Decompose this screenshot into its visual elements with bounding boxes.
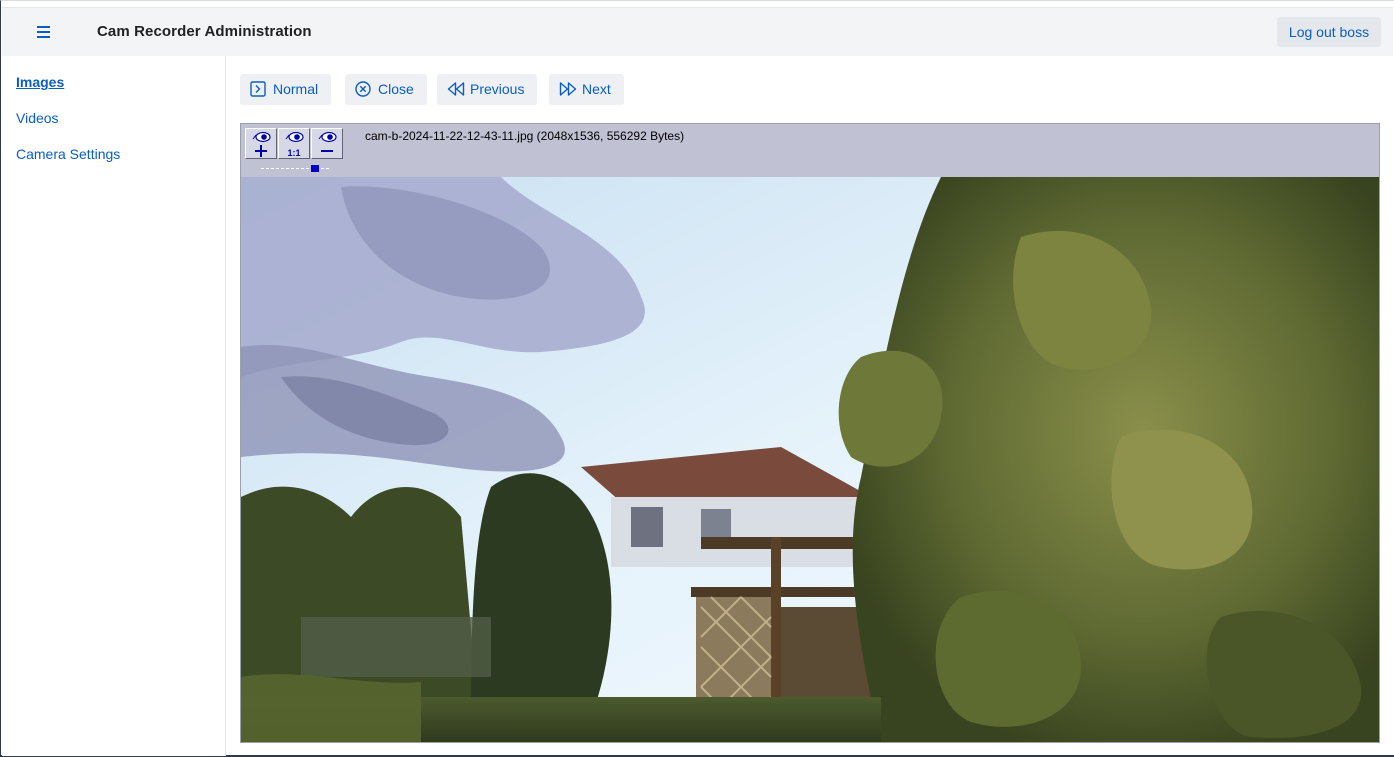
- image-caption: cam-b-2024-11-22-12-43-11.jpg (2048x1536…: [365, 129, 685, 143]
- rewind-icon: [447, 82, 465, 96]
- normal-view-icon: [250, 81, 266, 97]
- hamburger-menu-icon[interactable]: [30, 20, 58, 44]
- sidebar-item-videos[interactable]: Videos: [16, 110, 59, 126]
- camera-photo: [241, 177, 1379, 742]
- zoom-in-icon: [252, 131, 271, 157]
- zoom-out-icon: [318, 131, 337, 152]
- camera-image[interactable]: [241, 177, 1379, 742]
- close-button-label: Close: [378, 81, 414, 97]
- sidebar-item-camera-settings[interactable]: Camera Settings: [16, 146, 120, 162]
- zoom-reset-text: 1:1: [287, 148, 300, 158]
- zoom-slider-thumb[interactable]: [311, 165, 319, 172]
- previous-button[interactable]: Previous: [437, 74, 538, 105]
- zoom-reset-icon: 1:1: [285, 131, 304, 158]
- sidebar-item-images[interactable]: Images: [16, 74, 64, 90]
- image-viewer: 1:1 cam-b-2024-11-22-12-43-11.jpg (2048x…: [240, 123, 1380, 743]
- zoom-reset-button[interactable]: 1:1: [278, 128, 310, 159]
- close-circle-icon: [355, 81, 371, 97]
- top-bar: Cam Recorder Administration Log out boss: [2, 7, 1393, 56]
- sidebar: Images Videos Camera Settings: [2, 56, 226, 756]
- close-button[interactable]: Close: [345, 74, 427, 105]
- next-button[interactable]: Next: [549, 74, 624, 105]
- logout-button[interactable]: Log out boss: [1277, 17, 1381, 47]
- app-window: Cam Recorder Administration Log out boss…: [0, 0, 1394, 757]
- next-button-label: Next: [582, 81, 611, 97]
- zoom-out-button[interactable]: [311, 128, 343, 159]
- normal-button[interactable]: Normal: [240, 74, 332, 105]
- fast-forward-icon: [559, 82, 577, 96]
- app-title: Cam Recorder Administration: [97, 23, 312, 40]
- previous-button-label: Previous: [470, 81, 525, 97]
- zoom-in-button[interactable]: [245, 128, 277, 159]
- normal-button-label: Normal: [273, 81, 319, 97]
